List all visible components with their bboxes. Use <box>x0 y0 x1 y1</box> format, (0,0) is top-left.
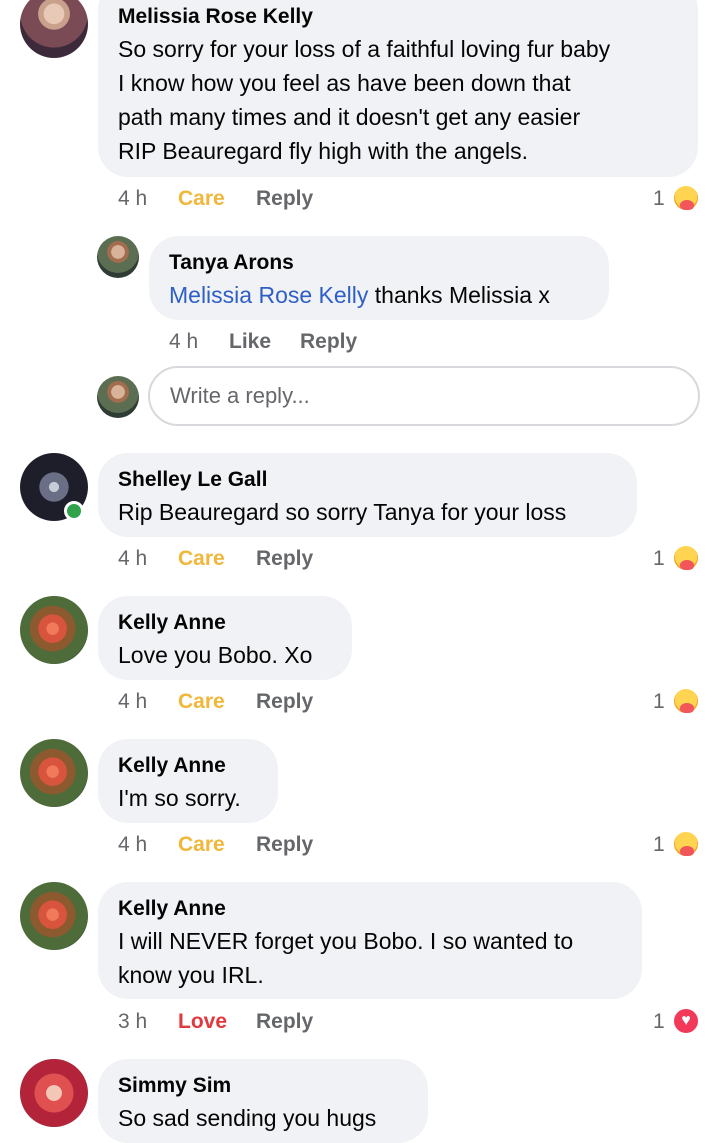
love-reaction-button[interactable]: Love <box>178 1009 227 1035</box>
comment-text: Melissia Rose Kelly thanks Melissia x <box>169 278 550 312</box>
mention-link[interactable]: Melissia Rose Kelly <box>169 282 368 308</box>
reply-input[interactable]: Write a reply... <box>148 366 700 426</box>
care-emoji-icon[interactable] <box>672 687 700 715</box>
reaction-count[interactable]: 1 <box>653 689 665 715</box>
comment-timestamp[interactable]: 4 h <box>118 546 147 572</box>
care-reaction-button[interactable]: Care <box>178 689 225 715</box>
care-emoji-icon[interactable] <box>672 544 700 572</box>
avatar[interactable] <box>20 596 88 664</box>
comment-author[interactable]: Kelly Anne <box>118 610 226 636</box>
reaction-count[interactable]: 1 <box>653 546 665 572</box>
reply-button[interactable]: Reply <box>256 546 313 572</box>
comment-author[interactable]: Melissia Rose Kelly <box>118 4 313 30</box>
care-reaction-button[interactable]: Care <box>178 832 225 858</box>
comment-text-line: So sad sending you hugs <box>118 1105 377 1131</box>
reply-button[interactable]: Reply <box>256 186 313 212</box>
comment-text-rest: thanks Melissia x <box>368 282 550 308</box>
comment-bubble: Kelly Anne I will NEVER forget you Bobo.… <box>98 882 642 999</box>
avatar[interactable] <box>20 882 88 950</box>
comment-text-line: I know how you feel as have been down th… <box>118 70 571 96</box>
reaction-count[interactable]: 1 <box>653 832 665 858</box>
reply-bubble: Tanya Arons Melissia Rose Kelly thanks M… <box>149 236 609 320</box>
comment-text-line: path many times and it doesn't get any e… <box>118 104 581 130</box>
reply-button[interactable]: Reply <box>256 832 313 858</box>
comment-author[interactable]: Tanya Arons <box>169 250 294 276</box>
comment-text-line: Rip Beauregard so sorry Tanya for your l… <box>118 499 567 525</box>
comment-timestamp[interactable]: 3 h <box>118 1009 147 1035</box>
care-emoji-icon[interactable] <box>672 830 700 858</box>
comment-timestamp[interactable]: 4 h <box>118 689 147 715</box>
comment-timestamp[interactable]: 4 h <box>118 832 147 858</box>
avatar[interactable] <box>20 739 88 807</box>
reply-button[interactable]: Reply <box>256 689 313 715</box>
comment-author[interactable]: Kelly Anne <box>118 896 226 922</box>
comment-text-line: know you IRL. <box>118 962 264 988</box>
avatar[interactable] <box>97 236 139 278</box>
comment-author[interactable]: Shelley Le Gall <box>118 467 267 493</box>
comment-bubble: Kelly Anne Love you Bobo. Xo <box>98 596 352 680</box>
reply-button[interactable]: Reply <box>256 1009 313 1035</box>
avatar[interactable] <box>20 0 88 58</box>
comment-text-line: So sorry for your loss of a faithful lov… <box>118 36 611 62</box>
reaction-count[interactable]: 1 <box>653 1009 665 1035</box>
comment-bubble: Kelly Anne I'm so sorry. <box>98 739 278 823</box>
comment-bubble: Shelley Le Gall Rip Beauregard so sorry … <box>98 453 637 537</box>
reply-button[interactable]: Reply <box>300 329 357 355</box>
comment-text-line: RIP Beauregard fly high with the angels. <box>118 138 528 164</box>
comment-bubble: Simmy Sim So sad sending you hugs <box>98 1059 428 1143</box>
care-emoji-icon[interactable] <box>672 184 700 212</box>
avatar[interactable] <box>20 1059 88 1127</box>
comment-text-line: Love you Bobo. Xo <box>118 642 313 668</box>
comment-text-line: I will NEVER forget you Bobo. I so wante… <box>118 928 574 954</box>
comment-timestamp[interactable]: 4 h <box>169 329 198 355</box>
reaction-count[interactable]: 1 <box>653 186 665 212</box>
care-reaction-button[interactable]: Care <box>178 186 225 212</box>
comment-bubble: Melissia Rose Kelly So sorry for your lo… <box>98 0 698 177</box>
care-reaction-button[interactable]: Care <box>178 546 225 572</box>
avatar <box>97 376 139 418</box>
comment-author[interactable]: Simmy Sim <box>118 1073 231 1099</box>
online-status-dot <box>64 501 84 521</box>
love-emoji-icon[interactable] <box>672 1007 700 1035</box>
like-button[interactable]: Like <box>229 329 271 355</box>
comment-author[interactable]: Kelly Anne <box>118 753 226 779</box>
comment-timestamp[interactable]: 4 h <box>118 186 147 212</box>
comment-text-line: I'm so sorry. <box>118 785 241 811</box>
